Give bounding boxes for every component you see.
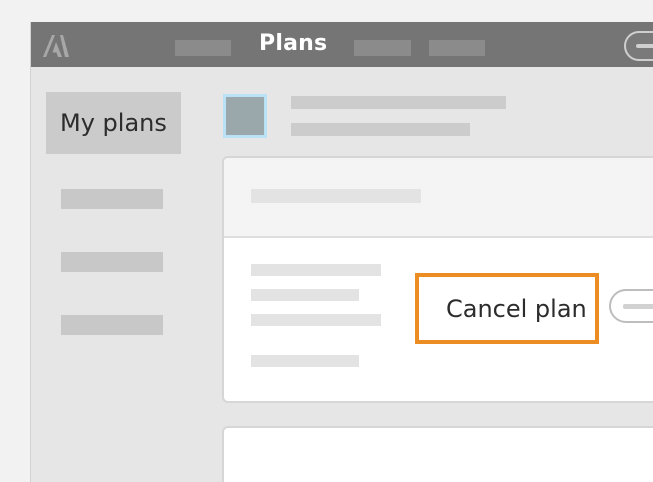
- text-placeholder: [291, 96, 506, 109]
- account-window: Plans My plans Cancel plan: [30, 22, 653, 482]
- plan-card-pill-button[interactable]: [609, 289, 653, 323]
- text-placeholder: [251, 189, 421, 203]
- adobe-logo-icon[interactable]: [41, 33, 71, 59]
- nav-placeholder[interactable]: [175, 40, 231, 56]
- plan-card: Cancel plan: [222, 156, 653, 403]
- nav-placeholder[interactable]: [429, 40, 485, 56]
- top-bar: Plans: [31, 22, 653, 67]
- sidebar-item-label: My plans: [60, 109, 167, 137]
- text-placeholder: [251, 314, 381, 326]
- sidebar-item-placeholder[interactable]: [61, 252, 163, 272]
- sidebar-item-placeholder[interactable]: [61, 189, 163, 209]
- page-title: Plans: [259, 31, 328, 56]
- plan-card-header: [224, 158, 653, 238]
- text-placeholder: [251, 355, 359, 367]
- sidebar-item-placeholder[interactable]: [61, 315, 163, 335]
- nav-placeholder[interactable]: [354, 40, 411, 56]
- text-placeholder: [251, 264, 381, 276]
- avatar: [223, 94, 267, 138]
- text-placeholder: [251, 289, 359, 301]
- cancel-plan-label: Cancel plan: [446, 295, 587, 323]
- text-placeholder: [291, 123, 470, 136]
- cancel-plan-button[interactable]: Cancel plan: [415, 273, 599, 344]
- secondary-card: [222, 426, 653, 482]
- sidebar-item-my-plans[interactable]: My plans: [46, 92, 181, 154]
- header-pill-button[interactable]: [624, 31, 653, 61]
